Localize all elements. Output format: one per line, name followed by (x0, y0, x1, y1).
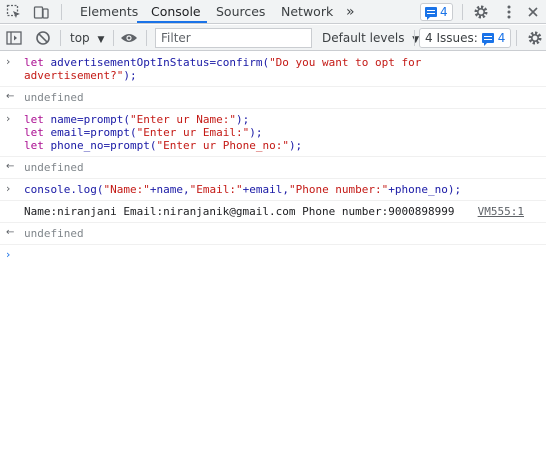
dropdown-arrow-icon: ▼ (97, 35, 105, 45)
input-prompt-icon: › (6, 112, 11, 125)
console-result: undefined (24, 227, 84, 240)
sidebar-toggle-icon[interactable] (5, 29, 23, 47)
result-arrow-icon: ← (6, 91, 15, 102)
tab-sources[interactable]: Sources (216, 0, 265, 24)
console-settings-gear-icon[interactable] (526, 29, 544, 47)
context-selector[interactable]: top ▼ (70, 28, 104, 48)
console-toolbar: top ▼ Default levels ▼ 4 Issues: 4 (0, 25, 546, 51)
close-icon[interactable] (524, 3, 542, 21)
live-expression-eye-icon[interactable] (120, 29, 138, 47)
device-toolbar-icon[interactable] (32, 3, 50, 21)
toolbar-divider (61, 4, 62, 20)
settings-gear-icon[interactable] (472, 3, 490, 21)
result-arrow-icon: ← (6, 227, 15, 238)
console-result-entry: ← undefined (0, 87, 546, 109)
toolbar-divider (113, 30, 114, 46)
console-input-entry: › let advertisementOptInStatus=confirm("D… (0, 52, 546, 87)
log-levels-dropdown[interactable]: Default levels ▼ (322, 28, 419, 48)
toolbar-divider (414, 30, 415, 46)
console-code: let advertisementOptInStatus=confirm("Do… (24, 56, 429, 82)
console-result: undefined (24, 91, 84, 104)
console-code: let name=prompt("Enter ur Name:"); let e… (24, 113, 303, 152)
filter-input[interactable] (155, 28, 312, 48)
console-log-text: Name:niranjani Email:niranjanik@gmail.co… (24, 205, 455, 218)
more-tabs-icon[interactable]: » (346, 0, 355, 24)
issues-label: 4 Issues: (425, 31, 478, 45)
tab-elements[interactable]: Elements (80, 0, 138, 24)
toolbar-divider (462, 4, 463, 20)
devtools-tab-bar: Elements Console Sources Network » 4 (0, 0, 546, 24)
kebab-menu-icon[interactable] (500, 3, 518, 21)
message-icon (481, 33, 494, 46)
issues-count: 4 (497, 31, 506, 45)
console-code: console.log("Name:"+name,"Email:"+email,… (24, 183, 462, 196)
messages-badge[interactable]: 4 (420, 3, 453, 21)
prompt-caret-icon: › (6, 248, 11, 261)
toolbar-divider (60, 30, 61, 46)
result-arrow-icon: ← (6, 161, 15, 172)
message-icon (425, 7, 437, 20)
source-link[interactable]: VM555:1 (478, 205, 524, 218)
console-messages: › let advertisementOptInStatus=confirm("D… (0, 52, 546, 266)
input-prompt-icon: › (6, 55, 11, 68)
console-result-entry: ← undefined (0, 157, 546, 179)
input-prompt-icon: › (6, 182, 11, 195)
messages-count: 4 (440, 5, 448, 19)
context-value: top (70, 31, 90, 45)
issues-button[interactable]: 4 Issues: 4 (419, 28, 512, 48)
active-tab-indicator (137, 21, 207, 23)
log-levels-label: Default levels (322, 31, 405, 45)
console-input-entry: › let name=prompt("Enter ur Name:"); let … (0, 109, 546, 157)
inspect-element-icon[interactable] (5, 3, 23, 21)
console-result-entry: ← undefined (0, 223, 546, 245)
clear-console-icon[interactable] (34, 29, 52, 47)
tab-network[interactable]: Network (281, 0, 333, 24)
console-result: undefined (24, 161, 84, 174)
toolbar-divider (146, 30, 147, 46)
toolbar-divider (516, 30, 517, 46)
console-prompt[interactable]: › (0, 245, 546, 266)
console-input-entry: › console.log("Name:"+name,"Email:"+email… (0, 179, 546, 201)
console-log-entry: Name:niranjani Email:niranjanik@gmail.co… (0, 201, 546, 223)
